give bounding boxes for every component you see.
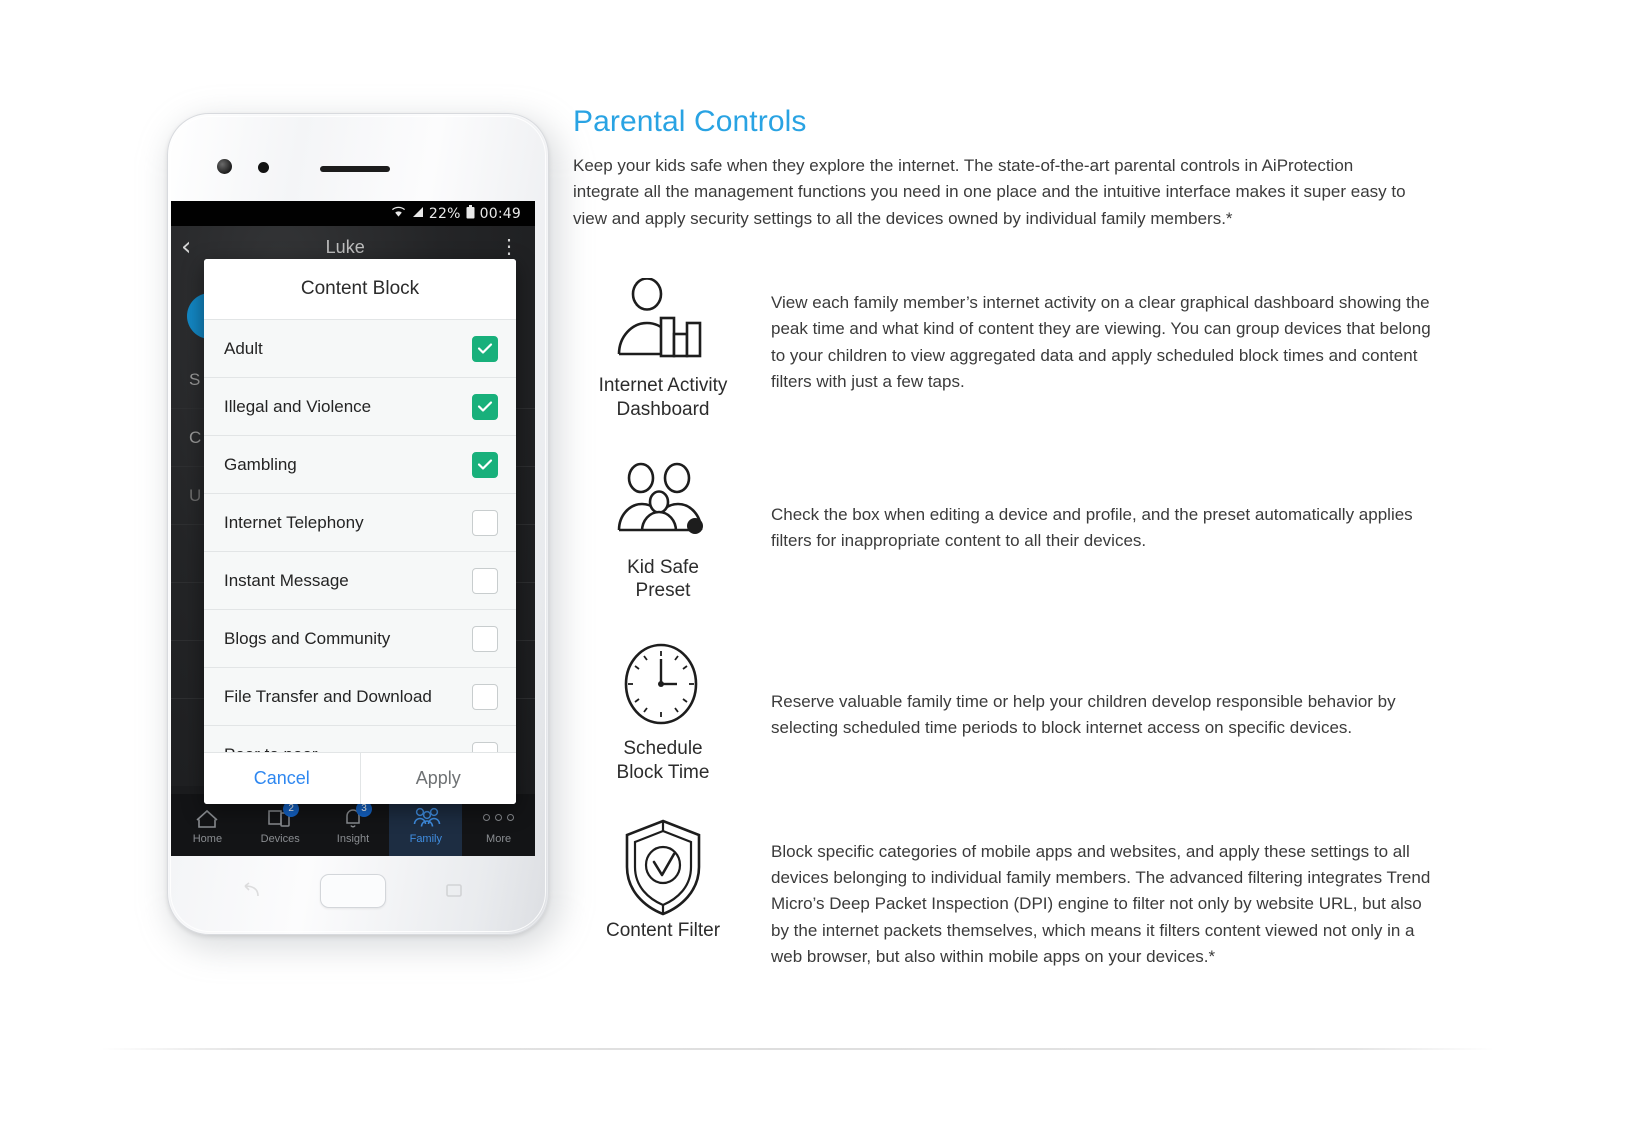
shield-check-icon xyxy=(611,819,715,915)
feature-kid-safe-preset: Kid Safe Preset Check the box when editi… xyxy=(573,458,1443,604)
feature-caption: Schedule Block Time xyxy=(616,738,710,783)
status-bar-clock: 00:49 xyxy=(479,205,521,222)
feature-caption: Internet Activity Dashboard xyxy=(598,375,728,420)
page-title: Parental Controls xyxy=(573,105,807,138)
feature-icon-block: Kid Safe Preset xyxy=(573,458,753,604)
row-label: Gambling xyxy=(224,454,297,474)
person-bar-chart-icon xyxy=(611,276,715,368)
row-label: Internet Telephony xyxy=(224,512,364,532)
nav-label: Family xyxy=(409,832,442,845)
page-root: 22% 00:49 ‹ Luke ⋮ S C U Home 2 Devices … xyxy=(0,0,1647,1122)
phone-screen: 22% 00:49 ‹ Luke ⋮ S C U Home 2 Devices … xyxy=(171,201,535,856)
checkbox-illegal-and-violence[interactable] xyxy=(472,393,498,420)
app-profile-title: Luke xyxy=(325,236,365,257)
row-label: Instant Message xyxy=(224,570,349,590)
content-block-list: Adult Illegal and Violence Gambling Inte… xyxy=(204,319,516,752)
bell-icon: 3 xyxy=(340,800,372,830)
nav-label: Home xyxy=(192,832,223,845)
status-bar: 22% 00:49 xyxy=(171,201,535,226)
content-column: Parental Controls Keep your kids safe wh… xyxy=(573,105,1443,1006)
nav-label: Devices xyxy=(260,832,300,845)
feature-icon-block: Content Filter xyxy=(573,819,753,943)
phone-chin xyxy=(171,856,535,926)
content-block-row[interactable]: Peer to peer xyxy=(204,725,516,752)
checkbox-peer-to-peer[interactable] xyxy=(472,741,498,752)
checkbox-instant-message[interactable] xyxy=(472,567,498,594)
battery-icon xyxy=(466,204,475,223)
nav-label: More xyxy=(486,832,512,845)
family-people-icon xyxy=(413,806,441,830)
proximity-sensor-icon xyxy=(258,162,269,173)
content-block-row[interactable]: Adult xyxy=(204,319,516,377)
battery-percent-label: 22% xyxy=(428,205,461,222)
checkbox-gambling[interactable] xyxy=(472,451,498,478)
dialog-actions: Cancel Apply xyxy=(204,752,516,804)
devices-icon: 2 xyxy=(267,800,300,830)
home-button[interactable] xyxy=(320,874,386,908)
content-block-row[interactable]: Instant Message xyxy=(204,551,516,609)
row-label: File Transfer and Download xyxy=(224,686,432,706)
feature-icon-block: Internet Activity Dashboard xyxy=(573,276,753,422)
checkbox-blogs-and-community[interactable] xyxy=(472,625,498,652)
back-softkey-icon[interactable] xyxy=(240,882,262,900)
feature-caption: Kid Safe Preset xyxy=(627,556,699,602)
content-block-row[interactable]: Gambling xyxy=(204,435,516,493)
apply-button[interactable]: Apply xyxy=(359,753,517,804)
feature-description: Reserve valuable family time or help you… xyxy=(771,692,1396,738)
row-label: Illegal and Violence xyxy=(224,396,372,416)
checkbox-adult[interactable] xyxy=(472,335,498,362)
kebab-menu-icon[interactable]: ⋮ xyxy=(499,237,519,257)
home-icon xyxy=(194,806,220,830)
clock-icon xyxy=(611,639,715,731)
content-block-dialog: Content Block Adult Illegal and Violence xyxy=(204,259,516,804)
row-label: Peer to peer xyxy=(224,745,472,753)
earpiece-speaker xyxy=(320,166,390,172)
back-chevron-icon[interactable]: ‹ xyxy=(181,234,191,260)
content-block-row[interactable]: Internet Telephony xyxy=(204,493,516,551)
recents-softkey-icon[interactable] xyxy=(444,882,466,900)
more-dots-icon xyxy=(483,806,515,830)
checkbox-internet-telephony[interactable] xyxy=(472,509,498,536)
feature-description: View each family member’s internet activ… xyxy=(771,293,1431,392)
family-group-icon xyxy=(611,458,715,550)
signal-bars-icon xyxy=(411,206,424,222)
row-label: Blogs and Community xyxy=(224,628,391,648)
row-label: Adult xyxy=(224,338,263,358)
content-block-row[interactable]: Illegal and Violence xyxy=(204,377,516,435)
feature-description: Block specific categories of mobile apps… xyxy=(771,841,1431,966)
phone-mockup: 22% 00:49 ‹ Luke ⋮ S C U Home 2 Devices … xyxy=(155,105,565,985)
content-block-row[interactable]: Blogs and Community xyxy=(204,609,516,667)
feature-internet-activity-dashboard: Internet Activity Dashboard View each fa… xyxy=(573,276,1443,422)
feature-icon-block: Schedule Block Time xyxy=(573,639,753,785)
checkbox-file-transfer-and-download[interactable] xyxy=(472,683,498,710)
feature-schedule-block-time: Schedule Block Time Reserve valuable fam… xyxy=(573,639,1443,785)
feature-content-filter: Content Filter Block specific categories… xyxy=(573,819,1443,971)
content-block-row[interactable]: File Transfer and Download xyxy=(204,667,516,725)
feature-description: Check the box when editing a device and … xyxy=(771,504,1413,550)
front-camera-icon xyxy=(217,159,232,174)
dialog-title: Content Block xyxy=(204,259,516,319)
footer-divider xyxy=(100,1048,1495,1050)
feature-caption: Content Filter xyxy=(605,919,721,941)
intro-paragraph: Keep your kids safe when they explore th… xyxy=(573,156,1406,228)
cancel-button[interactable]: Cancel xyxy=(204,753,360,804)
wifi-icon xyxy=(391,205,406,222)
nav-label: Insight xyxy=(336,832,370,845)
